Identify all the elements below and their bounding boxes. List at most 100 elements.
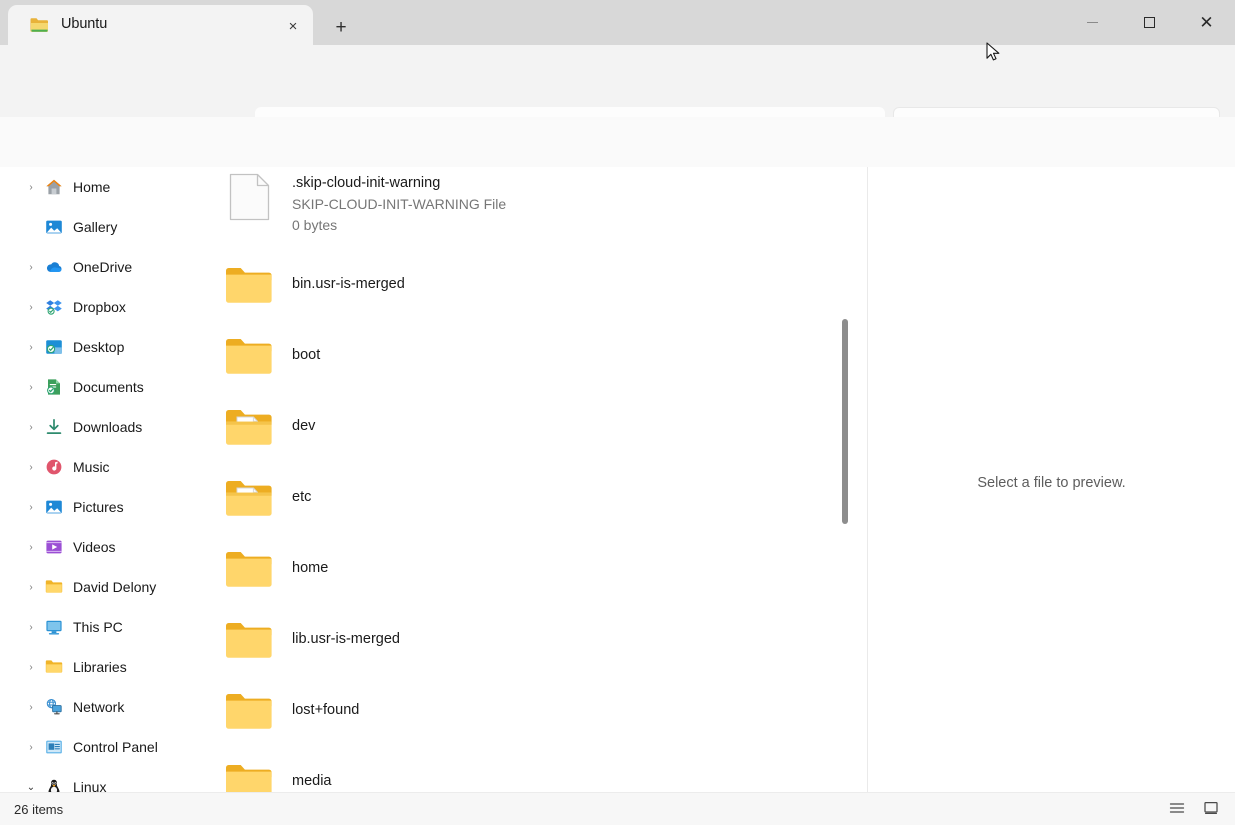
sidebar-item-this-pc[interactable]: › This PC — [0, 607, 192, 647]
sidebar-item-label: This PC — [73, 619, 123, 635]
file-list-item[interactable]: home — [192, 533, 867, 604]
sidebar-item-label: David Delony — [73, 579, 156, 595]
file-item-name: home — [292, 558, 328, 579]
sidebar-scrollbar-track[interactable] — [178, 167, 190, 792]
folder-icon — [30, 17, 49, 33]
file-list-item[interactable]: boot — [192, 320, 867, 391]
maximize-button[interactable] — [1121, 0, 1178, 45]
sidebar-item-control-panel[interactable]: › Control Panel — [0, 727, 192, 767]
sidebar-item-videos[interactable]: ›Videos — [0, 527, 192, 567]
command-bar: New ⌄ — [0, 117, 1235, 167]
close-icon[interactable]: × — [279, 16, 307, 36]
chevron-right-icon[interactable]: › — [22, 382, 40, 393]
onedrive-icon — [45, 258, 63, 276]
chevron-right-icon[interactable]: › — [22, 342, 40, 353]
folder-icon — [45, 658, 63, 676]
chevron-right-icon[interactable]: › — [22, 582, 40, 593]
sidebar-item-label: Dropbox — [73, 299, 126, 315]
chevron-right-icon[interactable]: › — [22, 182, 40, 193]
tab-ubuntu[interactable]: Ubuntu × — [8, 5, 313, 45]
folder-with-file-icon — [225, 403, 273, 451]
file-list-item[interactable]: .skip-cloud-init-warningSKIP-CLOUD-INIT-… — [192, 167, 867, 249]
chevron-right-icon[interactable]: › — [22, 422, 40, 433]
file-list-item[interactable]: lib.usr-is-merged — [192, 604, 867, 675]
file-item-text: lib.usr-is-merged — [292, 629, 400, 650]
network-icon — [45, 698, 63, 716]
file-item-type: SKIP-CLOUD-INIT-WARNING File — [292, 194, 506, 215]
sidebar-item-downloads[interactable]: ›Downloads — [0, 407, 192, 447]
home-icon — [45, 178, 63, 196]
sidebar-item-network[interactable]: › Network — [0, 687, 192, 727]
sidebar-item-label: Music — [73, 459, 110, 475]
sidebar-item-label: Linux — [73, 779, 106, 792]
file-list-scrollbar-track[interactable] — [845, 167, 859, 792]
file-list-item[interactable]: lost+found — [192, 675, 867, 746]
navigation-pane: › Home Gallery › OneDrive › Dropbox › Desktop ›Do… — [0, 167, 192, 792]
chevron-down-icon[interactable]: ⌄ — [22, 782, 40, 793]
close-window-button[interactable]: ✕ — [1178, 0, 1235, 45]
file-item-name: bin.usr-is-merged — [292, 274, 405, 295]
file-list[interactable]: .skip-cloud-init-warningSKIP-CLOUD-INIT-… — [192, 167, 867, 792]
main-content: › Home Gallery › OneDrive › Dropbox › Desktop ›Do… — [0, 167, 1235, 792]
sidebar-item-david-delony[interactable]: › David Delony — [0, 567, 192, 607]
file-icon — [225, 173, 273, 221]
sidebar-item-label: Home — [73, 179, 110, 195]
status-bar: 26 items — [0, 792, 1235, 825]
item-count-label: 26 items — [14, 802, 63, 817]
file-item-text: dev — [292, 416, 315, 437]
chevron-right-icon[interactable]: › — [22, 502, 40, 513]
folder-icon — [225, 616, 273, 664]
sidebar-item-libraries[interactable]: ›Libraries — [0, 647, 192, 687]
chevron-right-icon[interactable]: › — [22, 702, 40, 713]
gallery-icon — [45, 218, 63, 236]
chevron-right-icon[interactable]: › — [22, 262, 40, 273]
chevron-right-icon[interactable]: › — [22, 742, 40, 753]
file-item-name: boot — [292, 345, 320, 366]
folder-icon — [45, 578, 63, 596]
file-item-text: .skip-cloud-init-warningSKIP-CLOUD-INIT-… — [292, 173, 506, 236]
file-list-scrollbar-thumb[interactable] — [842, 319, 848, 524]
minimize-icon — [1087, 22, 1098, 23]
large-icons-view-button[interactable] — [1197, 798, 1225, 822]
sidebar-item-music[interactable]: › Music — [0, 447, 192, 487]
sidebar-item-label: OneDrive — [73, 259, 132, 275]
tab-title: Ubuntu — [61, 16, 107, 32]
control-panel-icon — [45, 738, 63, 756]
new-tab-button[interactable]: + — [322, 17, 360, 39]
file-item-name: lib.usr-is-merged — [292, 629, 400, 650]
sidebar-item-gallery[interactable]: Gallery — [0, 207, 192, 247]
chevron-right-icon[interactable]: › — [22, 302, 40, 313]
this-pc-icon — [45, 618, 63, 636]
sidebar-item-label: Desktop — [73, 339, 124, 355]
sidebar-item-home[interactable]: › Home — [0, 167, 192, 207]
file-list-item[interactable]: media — [192, 746, 867, 792]
dropbox-icon — [45, 298, 63, 316]
file-list-item[interactable]: dev — [192, 391, 867, 462]
sidebar-item-onedrive[interactable]: › OneDrive — [0, 247, 192, 287]
sidebar-item-dropbox[interactable]: › Dropbox — [0, 287, 192, 327]
sidebar-item-documents[interactable]: ›Documents — [0, 367, 192, 407]
file-list-item[interactable]: bin.usr-is-merged — [192, 249, 867, 320]
navigation-bar: › Linux › Ubuntu › Search Ubuntu — [0, 45, 1235, 117]
sidebar-item-desktop[interactable]: › Desktop — [0, 327, 192, 367]
chevron-right-icon[interactable]: › — [22, 622, 40, 633]
minimize-button[interactable] — [1064, 0, 1121, 45]
sidebar-item-label: Pictures — [73, 499, 124, 515]
sidebar-item-linux[interactable]: ⌄ Linux — [0, 767, 192, 792]
music-icon — [45, 458, 63, 476]
downloads-icon — [45, 418, 63, 436]
chevron-right-icon[interactable]: › — [22, 542, 40, 553]
details-view-button[interactable] — [1163, 798, 1191, 822]
linux-penguin-icon — [45, 778, 63, 792]
view-toggle-group — [1163, 798, 1225, 822]
window-controls: ✕ — [1064, 0, 1235, 45]
sidebar-item-pictures[interactable]: › Pictures — [0, 487, 192, 527]
folder-icon — [225, 545, 273, 593]
chevron-right-icon[interactable]: › — [22, 462, 40, 473]
sidebar-item-label: Control Panel — [73, 739, 158, 755]
file-item-text: bin.usr-is-merged — [292, 274, 405, 295]
file-list-item[interactable]: etc — [192, 462, 867, 533]
sidebar-item-label: Network — [73, 699, 124, 715]
folder-with-file-icon — [225, 474, 273, 522]
chevron-right-icon[interactable]: › — [22, 662, 40, 673]
